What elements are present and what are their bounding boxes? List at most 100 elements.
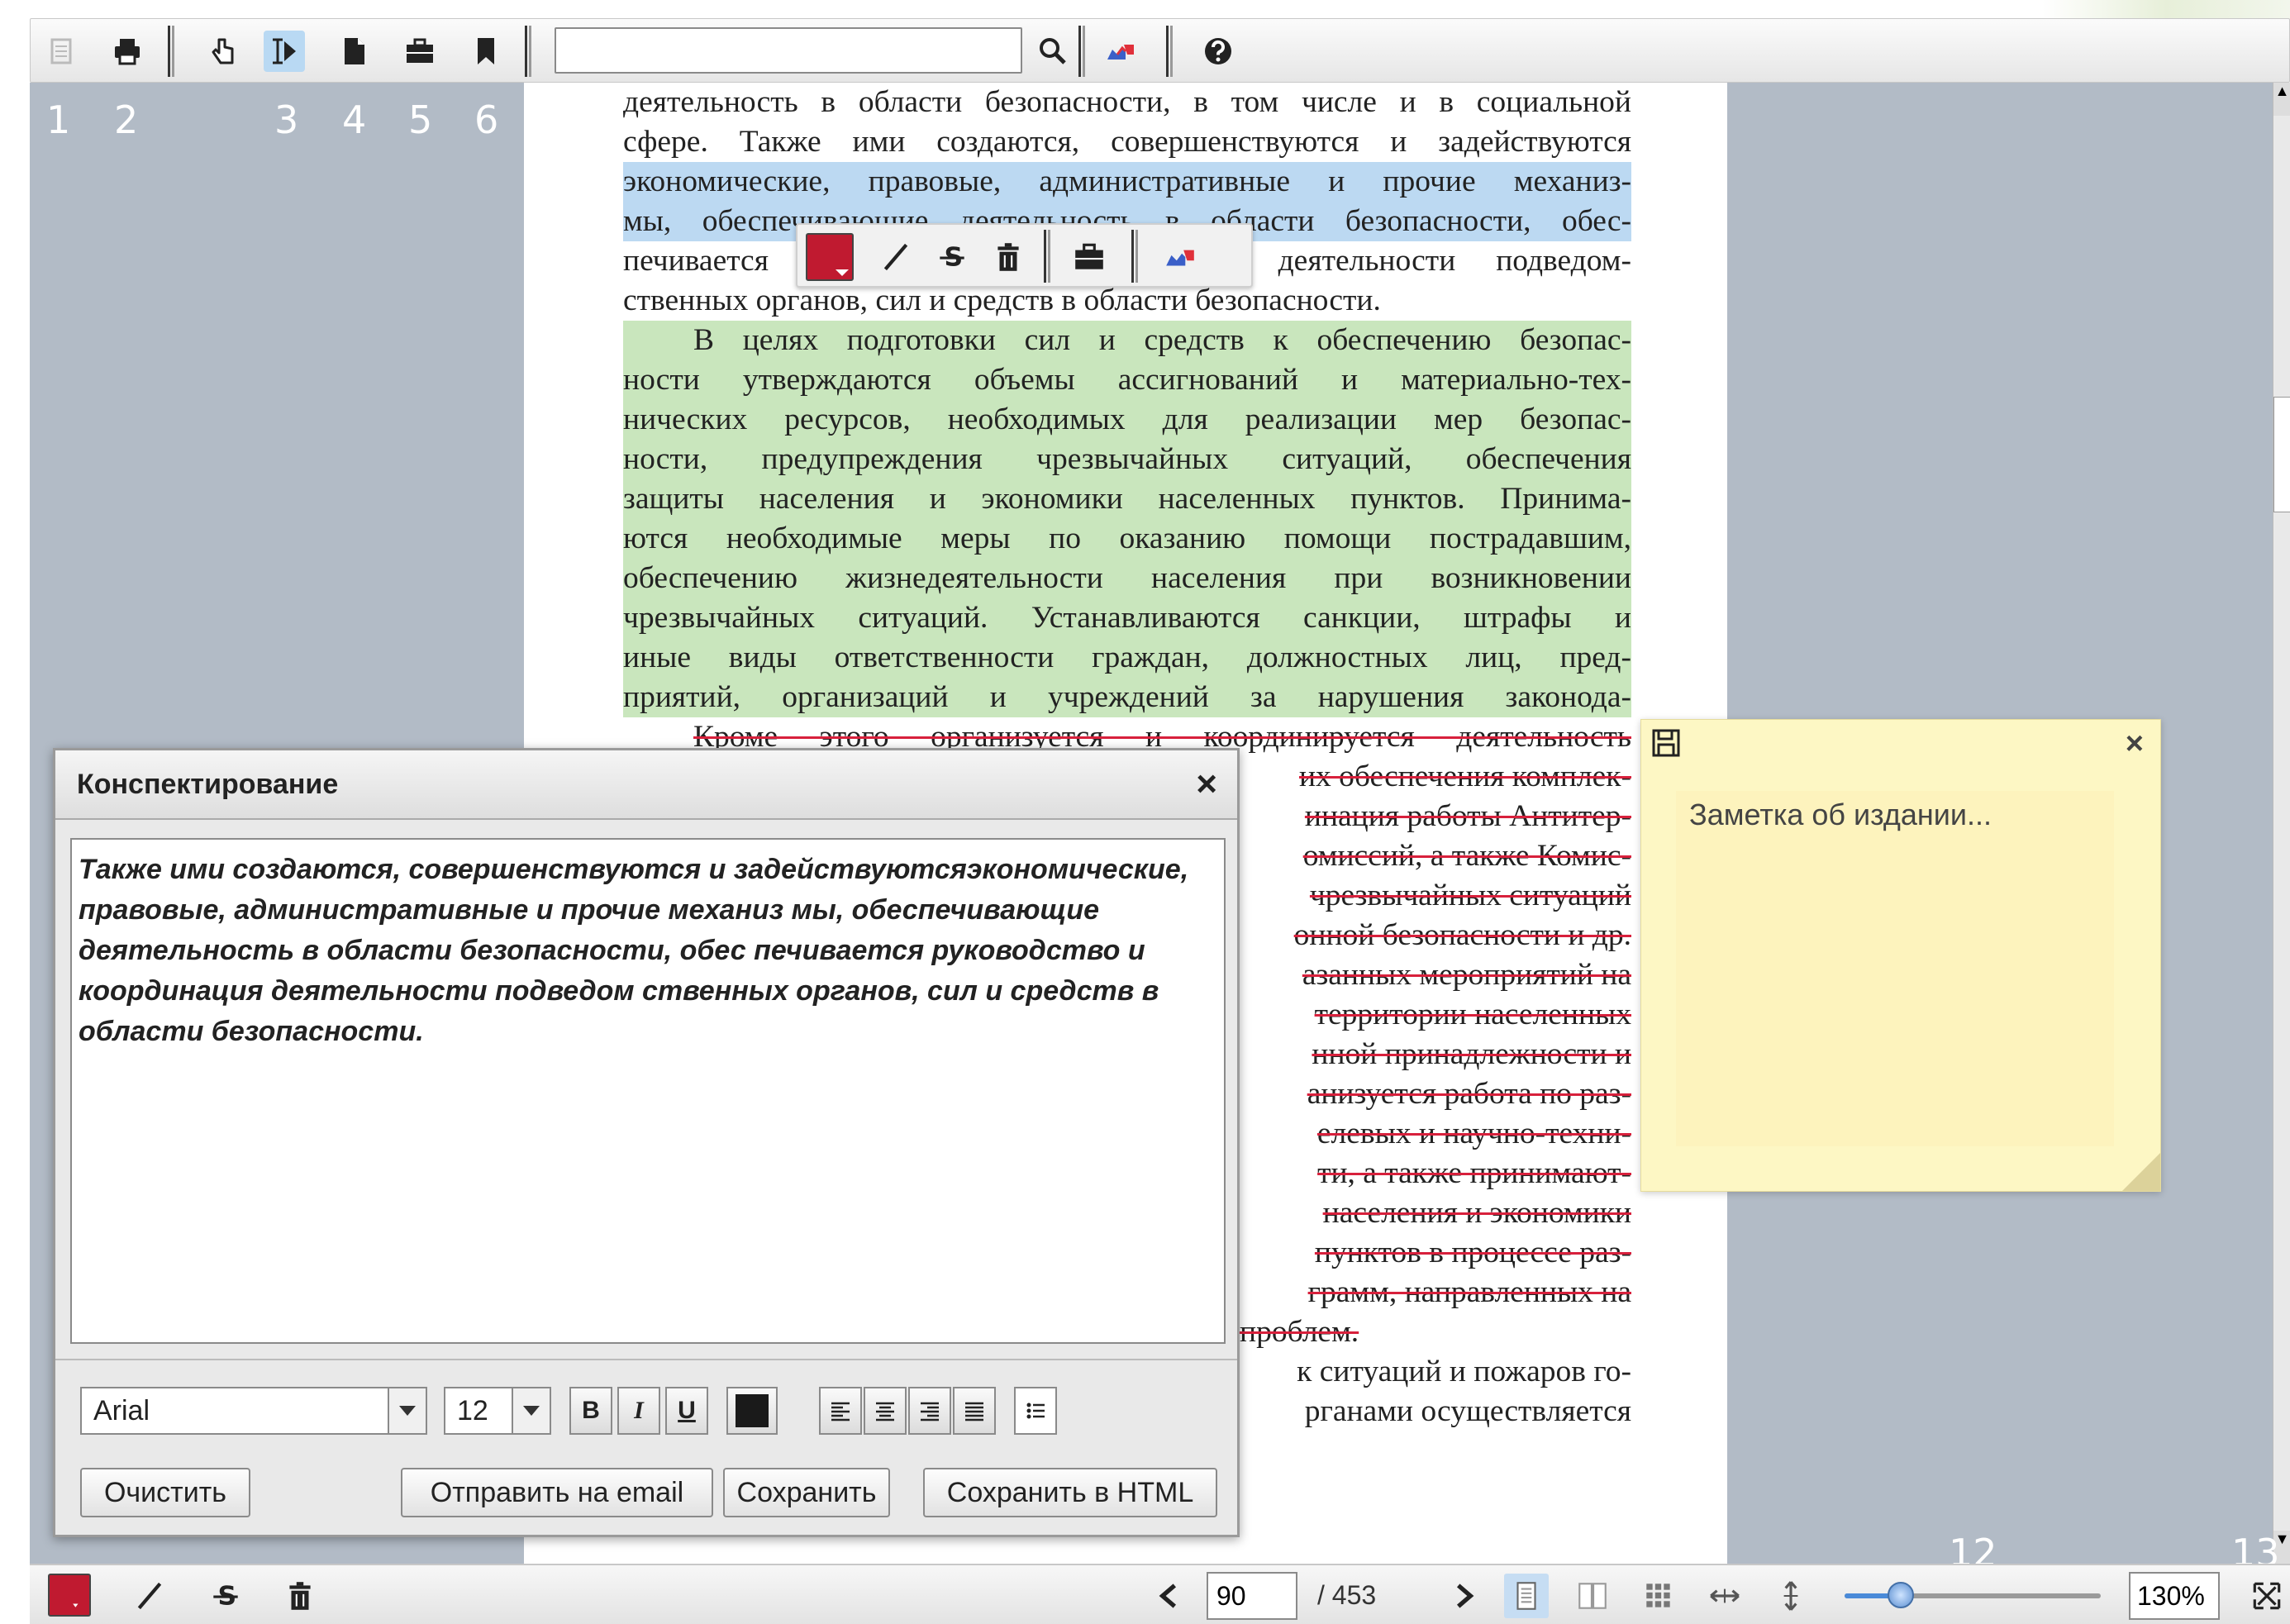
text-line-strikethrough: пунктов в процессе раз- [1314,1236,1631,1269]
annotation-popup-toolbar: S [796,223,1253,288]
zoom-slider[interactable] [1845,1582,2101,1608]
fullscreen-icon[interactable] [2245,1574,2289,1618]
font-size-select[interactable]: 12 [444,1387,551,1435]
fit-height-icon[interactable] [1769,1574,1813,1618]
vertical-scrollbar[interactable]: ▲ ▼ [2273,83,2290,1564]
align-center-icon[interactable] [864,1387,907,1435]
align-justify-icon[interactable] [953,1387,996,1435]
print-icon[interactable] [107,31,148,72]
strikethrough-icon[interactable]: S [930,235,974,279]
trash-icon[interactable] [986,235,1031,279]
text-select-tool-icon[interactable] [264,31,305,72]
align-right-icon[interactable] [908,1387,951,1435]
search-icon[interactable] [1032,31,1074,72]
search-input[interactable] [555,27,1022,74]
flag-language-icon[interactable] [1100,31,1141,72]
text-line: рганами осуществляется [1304,1394,1631,1428]
briefcase-icon[interactable] [399,31,440,72]
page-number-input[interactable] [1207,1572,1297,1620]
summary-text-area[interactable]: Также ими создаются, совершенствуются и … [70,838,1226,1344]
text-line-strikethrough: ти, а также принимают- [1317,1156,1631,1190]
text-line: деятельность в области безопасности, в т… [623,85,1631,119]
grid-view-icon[interactable] [1636,1574,1681,1618]
text-color-button[interactable] [726,1387,778,1435]
top-toolbar [30,18,2290,83]
underline-button[interactable]: U [665,1387,708,1435]
bold-button[interactable]: B [569,1387,612,1435]
font-family-select[interactable]: Arial [80,1387,427,1435]
color-picker-button[interactable] [806,233,854,281]
align-left-icon[interactable] [819,1387,862,1435]
text-line-strikethrough: азанных мероприятий на [1302,958,1631,992]
text-line-highlighted: обеспечению жизнедеятельности населения … [623,559,1631,598]
text-line-strikethrough: онной безопасности и др. [1293,918,1631,952]
callout-number: 3 [274,98,299,142]
contents-icon[interactable] [40,31,82,72]
italic-button[interactable]: I [617,1387,660,1435]
zoom-slider-thumb[interactable] [1888,1582,1915,1608]
send-email-button[interactable]: Отправить на email [401,1468,713,1517]
single-page-view-icon[interactable] [1504,1574,1549,1618]
text-line-strikethrough: территории населенных [1314,998,1631,1031]
dialog-title: Конспектирование [77,769,339,800]
color-swatch [736,1394,769,1427]
chevron-down-icon[interactable] [512,1388,550,1433]
toolbar-separator [1078,26,1085,77]
bookmark-icon[interactable] [465,31,507,72]
text-line-strikethrough: проблем. [1240,1315,1359,1349]
close-icon[interactable]: × [2126,726,2144,762]
trash-icon[interactable] [278,1574,322,1618]
toolbar-separator [525,26,531,77]
callout-number: 1 [46,98,71,142]
callout-number: 2 [114,98,139,142]
callout-number: 6 [474,98,499,142]
summary-dialog: Конспектирование × Также ими создаются, … [53,748,1240,1537]
toolbar-separator [1044,230,1050,283]
toolbar-separator [1131,230,1138,283]
bulleted-list-icon[interactable] [1014,1387,1057,1435]
text-line-highlighted: ности утверждаются объемы ассигнований и… [623,360,1631,400]
text-line-strikethrough: омиссий, а также Комис- [1302,839,1631,873]
note-body[interactable] [1676,791,2114,1146]
next-page-icon[interactable] [1441,1574,1486,1618]
save-html-button[interactable]: Сохранить в HTML [923,1468,1217,1517]
pen-icon[interactable] [127,1574,172,1618]
callout-number: 5 [408,98,433,142]
two-page-view-icon[interactable] [1570,1574,1615,1618]
text-line: сфере. Также ими создаются, совершенству… [623,125,1631,159]
note-fold [2122,1153,2160,1191]
briefcase-icon[interactable] [1067,235,1112,279]
scroll-thumb[interactable] [2273,397,2290,512]
previous-page-icon[interactable] [1147,1574,1192,1618]
app-root: деятельность в области безопасности, в т… [0,0,2290,1624]
fit-width-icon[interactable] [1702,1574,1747,1618]
color-picker-button[interactable] [48,1574,91,1617]
hand-tool-icon[interactable] [202,31,244,72]
toolbar-separator [168,26,174,77]
bottom-toolbar: S / 453 [30,1564,2290,1624]
text-line-highlighted: ются необходимые меры по оказанию помощи… [623,519,1631,559]
clear-button[interactable]: Очистить [80,1468,250,1517]
zoom-level-input[interactable] [2129,1572,2220,1620]
divider [55,1359,1237,1360]
note-placeholder: Заметка об издании... [1689,798,1992,831]
text-line-strikethrough: населения и экономики [1322,1196,1631,1230]
save-icon[interactable] [1651,728,1681,758]
help-icon[interactable] [1197,31,1239,72]
chevron-down-icon[interactable] [388,1388,426,1433]
text-line-strikethrough: нной принадлежности и [1312,1037,1631,1071]
text-line-highlighted: нических ресурсов, необходимых для реали… [623,400,1631,440]
text-line-highlighted: иные виды ответственности граждан, должн… [623,638,1631,678]
sticky-note[interactable]: × Заметка об издании... [1640,719,2161,1192]
close-icon[interactable]: × [1196,764,1217,805]
pen-icon[interactable] [874,235,918,279]
strikethrough-icon[interactable]: S [203,1574,248,1618]
text-line-strikethrough: их обеспечения комплек- [1298,760,1631,793]
dialog-header: Конспектирование × [55,750,1237,820]
save-button[interactable]: Сохранить [723,1468,890,1517]
scroll-up-arrow-icon[interactable]: ▲ [2273,83,2290,116]
text-line-highlighted: экономические, правовые, административны… [623,162,1631,202]
text-line-highlighted: В целях подготовки сил и средств к обесп… [623,321,1631,360]
page-icon[interactable] [333,31,374,72]
flag-language-icon[interactable] [1158,235,1202,279]
